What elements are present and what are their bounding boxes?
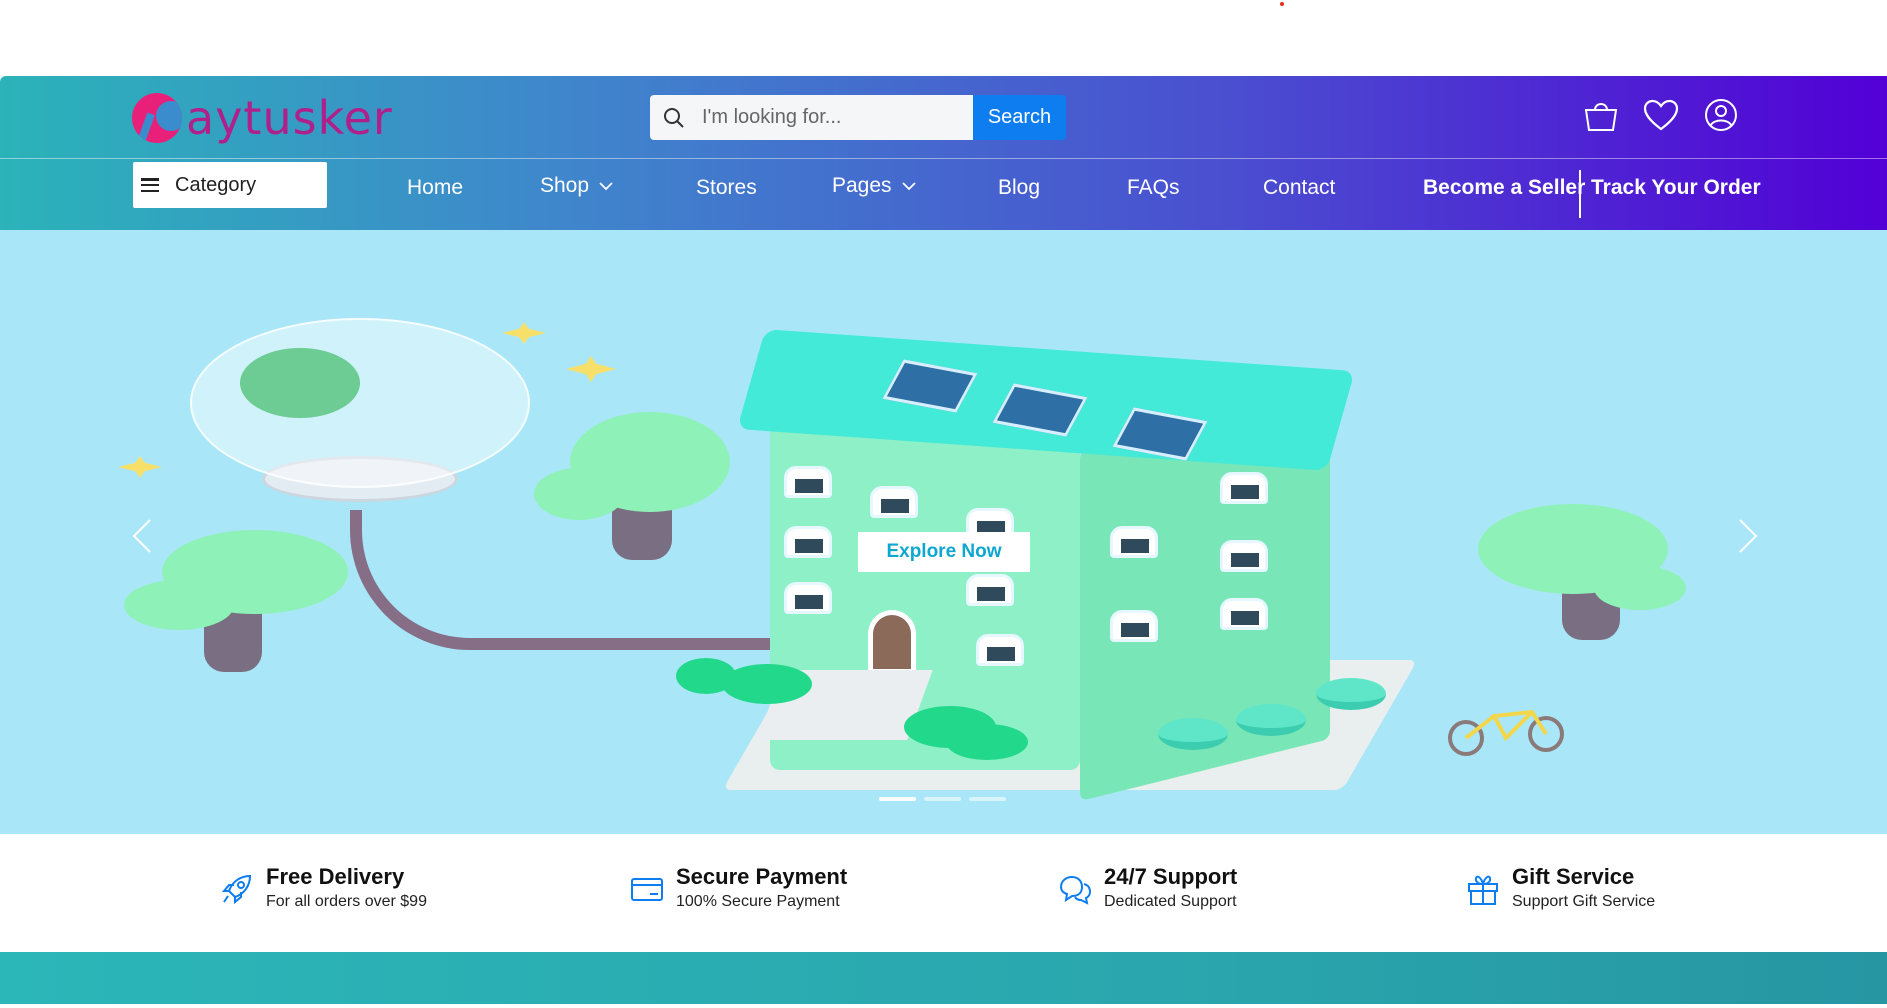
feature-gift-service: Gift Service Support Gift Service <box>1466 864 1655 914</box>
hamburger-menu-icon <box>141 178 159 192</box>
hero-bush <box>946 724 1028 760</box>
hero-cable <box>350 510 770 650</box>
red-dot <box>1280 2 1284 6</box>
carousel-prev-arrow-icon[interactable] <box>130 516 154 556</box>
hero-planter <box>1316 678 1386 710</box>
logo-text: aytusker <box>186 91 393 145</box>
building-door <box>868 610 916 674</box>
nav-shop[interactable]: Shop <box>540 174 613 198</box>
nav-track-order[interactable]: Track Your Order <box>1591 176 1761 200</box>
building-window <box>1110 526 1158 558</box>
nav-blog[interactable]: Blog <box>998 176 1040 200</box>
credit-card-icon <box>631 878 663 901</box>
building-window <box>784 582 832 614</box>
logo[interactable]: aytusker <box>132 90 393 146</box>
nav-stores[interactable]: Stores <box>696 176 757 200</box>
building-window <box>784 466 832 498</box>
heart-icon[interactable] <box>1642 96 1680 134</box>
building-window <box>1110 610 1158 642</box>
hero-tree <box>534 468 624 520</box>
nav-pages[interactable]: Pages <box>832 174 916 198</box>
search-bar: Search <box>650 95 1066 140</box>
building-window <box>870 486 918 518</box>
chevron-down-icon <box>901 182 916 191</box>
nav-contact[interactable]: Contact <box>1263 176 1335 200</box>
carousel-dot[interactable] <box>924 797 961 801</box>
sparkle-decoration <box>118 456 162 478</box>
logo-mark-icon <box>132 93 182 143</box>
search-input[interactable] <box>702 106 962 129</box>
hero-planter <box>1236 704 1306 736</box>
nav-pages-label: Pages <box>832 174 892 197</box>
feature-title: Secure Payment <box>676 864 848 889</box>
header-icons <box>1582 96 1740 134</box>
nav-faqs[interactable]: FAQs <box>1127 176 1180 200</box>
feature-title: Free Delivery <box>266 864 405 889</box>
shopping-bag-icon[interactable] <box>1582 96 1620 134</box>
nav-home[interactable]: Home <box>407 176 463 200</box>
building-window <box>976 634 1024 666</box>
features-strip: Free Delivery For all orders over $99 Se… <box>0 834 1887 952</box>
feature-subtitle: For all orders over $99 <box>266 893 427 910</box>
sparkle-decoration <box>502 322 546 344</box>
gift-icon <box>1468 875 1498 905</box>
search-icon <box>664 107 684 128</box>
top-whitespace <box>0 0 1887 76</box>
building-window <box>1220 540 1268 572</box>
hero-glass-dome <box>190 318 530 488</box>
building-window <box>1220 598 1268 630</box>
chat-icon <box>1059 875 1092 905</box>
building-window <box>966 574 1014 606</box>
hero-bush <box>722 664 812 704</box>
hero-tree <box>124 580 234 630</box>
hero-sprout <box>240 348 360 418</box>
site-header: aytusker Search <box>0 76 1887 230</box>
feature-subtitle: Dedicated Support <box>1104 893 1237 910</box>
feature-title: Gift Service <box>1512 864 1635 889</box>
hero-bicycle <box>1448 709 1564 756</box>
sparkle-decoration <box>566 356 616 382</box>
nav-divider <box>1579 170 1581 218</box>
building-window <box>1220 472 1268 504</box>
hero-tree <box>1594 566 1686 610</box>
header-top-bar: aytusker Search <box>0 76 1887 159</box>
carousel-next-arrow-icon[interactable] <box>1736 516 1760 556</box>
building-window <box>784 526 832 558</box>
nav-shop-label: Shop <box>540 174 590 197</box>
category-label: Category <box>175 173 257 196</box>
feature-subtitle: 100% Secure Payment <box>676 893 840 910</box>
carousel-indicators <box>879 797 1006 801</box>
carousel-dot[interactable] <box>879 797 916 801</box>
nav-become-seller[interactable]: Become a Seller <box>1423 176 1585 200</box>
rocket-icon <box>221 874 252 905</box>
feature-free-delivery: Free Delivery For all orders over $99 <box>220 864 427 914</box>
feature-title: 24/7 Support <box>1104 864 1238 889</box>
user-icon[interactable] <box>1702 96 1740 134</box>
feature-secure-payment: Secure Payment 100% Secure Payment <box>630 864 847 914</box>
search-box <box>650 95 973 140</box>
hero-planter <box>1158 718 1228 750</box>
category-dropdown[interactable]: Category <box>133 162 327 208</box>
search-button[interactable]: Search <box>973 95 1066 140</box>
chevron-down-icon <box>599 182 613 191</box>
feature-support: 24/7 Support Dedicated Support <box>1058 864 1237 914</box>
feature-subtitle: Support Gift Service <box>1512 893 1656 910</box>
carousel-dot[interactable] <box>969 797 1006 801</box>
explore-now-button[interactable]: Explore Now <box>858 532 1030 572</box>
footer-band <box>0 952 1887 1004</box>
